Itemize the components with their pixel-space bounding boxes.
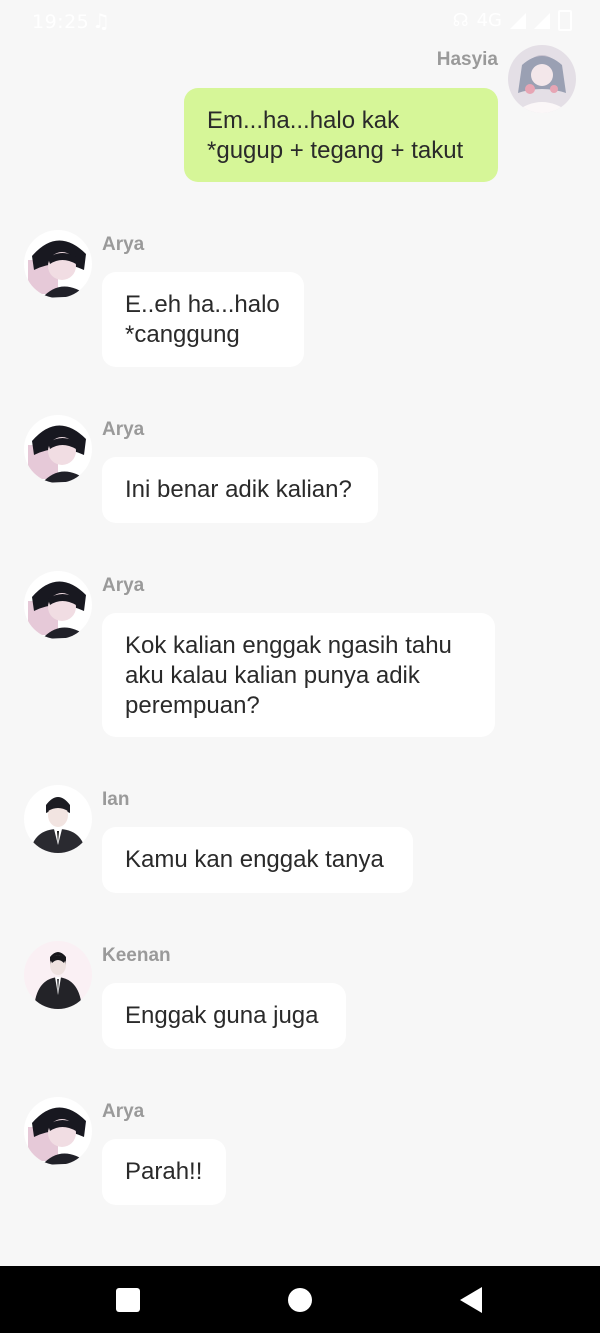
message-bubble[interactable]: Kamu kan enggak tanya [102,827,413,893]
message-bubble[interactable]: Parah!! [102,1139,226,1205]
headphones-icon: ☊ [452,10,469,31]
status-bar: 19:25 ♫ ☊ 4G [0,0,600,44]
avatar-hasyia[interactable] [508,45,576,113]
sender-name: Arya [102,1101,145,1122]
wifi-signal-icon [534,12,550,29]
message-bubble[interactable]: Ini benar adik kalian? [102,457,378,523]
home-button[interactable] [288,1288,312,1312]
avatar-arya[interactable] [24,415,92,483]
music-note-icon: ♫ [92,9,110,33]
avatar-keenan[interactable] [24,941,92,1009]
recent-apps-button[interactable] [116,1288,140,1312]
navigation-bar [0,1266,600,1333]
avatar-ian[interactable] [24,785,92,853]
sender-name: Hasyia [436,49,498,70]
message-bubble-outgoing[interactable]: Em...ha...halo kak *gugup + tegang + tak… [184,88,498,182]
battery-icon [558,10,572,31]
avatar-arya[interactable] [24,230,92,298]
signal-icon [510,12,526,29]
back-button[interactable] [460,1287,482,1313]
sender-name: Arya [102,234,145,255]
sender-name: Arya [102,575,145,596]
message-bubble[interactable]: E..eh ha...halo *canggung [102,272,304,367]
message-bubble[interactable]: Kok kalian enggak ngasih tahu aku kalau … [102,613,495,737]
sender-name: Keenan [102,945,171,966]
chat-area[interactable]: Hasyia Em...ha...halo kak *gugup + tegan… [0,44,600,1266]
avatar-arya[interactable] [24,1097,92,1165]
network-type: 4G [476,10,502,31]
avatar-arya[interactable] [24,571,92,639]
message-bubble[interactable]: Enggak guna juga [102,983,346,1049]
status-time: 19:25 [32,11,90,33]
sender-name: Ian [102,789,130,810]
sender-name: Arya [102,419,145,440]
status-icons: ☊ 4G [453,10,572,31]
